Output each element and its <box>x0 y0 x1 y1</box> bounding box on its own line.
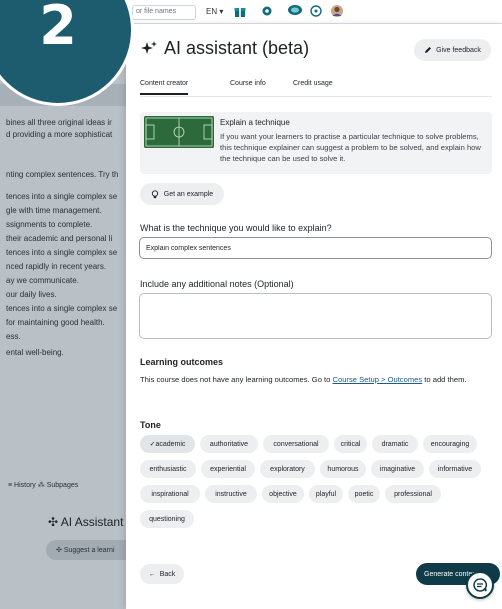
suggest-label: Suggest a learni <box>63 547 115 554</box>
gear-icon[interactable] <box>260 4 274 18</box>
background-ai-title-text: AI Assistant <box>60 515 124 529</box>
tone-chip-professional[interactable]: professional <box>385 485 441 503</box>
background-text-line: their academic and personal li <box>6 234 113 243</box>
tone-chip-exploratory[interactable]: exploratory <box>260 460 315 478</box>
learning-outcomes-text: This course does not have any learning o… <box>140 374 490 385</box>
drawer-title-text: AI assistant (beta) <box>164 38 310 58</box>
tone-chip-critical[interactable]: critical <box>334 435 367 453</box>
chat-bubble-icon[interactable] <box>286 4 304 18</box>
step-number: 2 <box>39 0 77 57</box>
background-text-line: gle with time management. <box>6 206 102 215</box>
learning-outcomes-heading: Learning outcomes <box>140 357 224 367</box>
ai-assistant-drawer: AI assistant (beta) Give feedback Conten… <box>126 24 502 609</box>
tone-chip-enthusiastic[interactable]: enthusiastic <box>140 460 196 478</box>
arrow-left-icon: ← <box>148 570 156 578</box>
back-label: Back <box>159 570 176 578</box>
tone-chip-humorous[interactable]: humorous <box>320 460 366 478</box>
background-text-line: d providing a more sophisticat <box>6 130 113 139</box>
chat-icon <box>473 578 488 592</box>
get-example-button[interactable]: Get an example <box>140 183 224 205</box>
background-text-line: nced rapidly in recent years. <box>6 262 107 271</box>
background-text-line: our daily lives. <box>6 290 57 299</box>
gift-icon[interactable] <box>233 4 247 18</box>
explain-technique-card: Explain a technique If you want your lea… <box>140 112 492 174</box>
course-setup-outcomes-link[interactable]: Course Setup > Outcomes <box>332 375 422 384</box>
get-example-label: Get an example <box>163 190 214 198</box>
technique-input[interactable] <box>139 237 492 259</box>
tab-content-creator[interactable]: Content creator <box>140 80 189 95</box>
tone-chip-conversational[interactable]: conversational <box>263 435 329 453</box>
sparkle-icon <box>141 40 157 54</box>
tone-chip-academic[interactable]: ✓ academic <box>140 435 195 453</box>
background-text-line: tences into a single complex se <box>6 304 118 313</box>
pencil-icon <box>425 47 432 53</box>
tab-divider <box>140 96 492 97</box>
technique-label: What is the technique you would like to … <box>140 223 332 233</box>
tone-chip-label: academic <box>155 440 186 448</box>
tone-chip-experiential[interactable]: experiential <box>201 460 255 478</box>
outcomes-text-after: to add them. <box>422 375 467 384</box>
tone-chip-poetic[interactable]: poetic <box>348 485 380 503</box>
history-subpages-links[interactable]: ≡ History ⁂ Subpages <box>8 481 78 489</box>
back-button[interactable]: ← Back <box>140 564 184 584</box>
lightbulb-icon <box>151 189 158 198</box>
background-text-line: ental well-being. <box>6 348 64 357</box>
help-icon[interactable] <box>309 4 323 18</box>
tone-chip-questioning[interactable]: questioning <box>140 510 194 528</box>
background-text-line: for maintaining good health. <box>6 318 105 327</box>
background-text-line: ssignments to complete. <box>6 220 93 229</box>
football-pitch-image <box>144 116 214 148</box>
give-feedback-label: Give feedback <box>436 46 481 54</box>
give-feedback-button[interactable]: Give feedback <box>414 39 491 61</box>
notes-textarea[interactable] <box>139 293 492 339</box>
global-search-input[interactable]: or file names <box>132 5 196 20</box>
tone-chip-dramatic[interactable]: dramatic <box>372 435 418 453</box>
tone-chip-objective[interactable]: objective <box>262 485 304 503</box>
tone-chip-informative[interactable]: informative <box>429 460 481 478</box>
background-text-line: ess. <box>6 332 21 341</box>
sparkle-icon: ✣ <box>56 547 64 554</box>
drawer-title: AI assistant (beta) <box>140 38 309 59</box>
explain-title: Explain a technique <box>220 118 290 127</box>
notes-label: Include any additional notes (Optional) <box>140 279 294 289</box>
tone-chip-instructive[interactable]: instructive <box>205 485 257 503</box>
sparkle-icon: ✣ <box>48 515 61 529</box>
outcomes-text-before: This course does not have any learning o… <box>140 375 333 384</box>
chat-help-button[interactable] <box>466 571 494 599</box>
tone-heading: Tone <box>140 420 161 430</box>
language-selector[interactable]: EN ▾ <box>206 7 223 16</box>
tab-credit-usage[interactable]: Credit usage <box>293 80 333 87</box>
explain-description: If you want your learners to practise a … <box>220 132 481 163</box>
background-text-line: bines all three original ideas ir <box>6 118 112 127</box>
tab-course-info[interactable]: Course info <box>230 80 266 87</box>
background-text-line: ay we communicate. <box>6 276 79 285</box>
background-text-line: nting complex sentences. Try th <box>6 170 119 179</box>
background-text-line: tences into a single complex se <box>6 192 118 201</box>
avatar[interactable] <box>330 4 344 18</box>
background-text-line: tences into a single complex se <box>6 248 118 257</box>
tone-chip-authoritative[interactable]: authoritative <box>200 435 258 453</box>
tone-chip-encouraging[interactable]: encouraging <box>423 435 477 453</box>
background-ai-title: ✣ AI Assistant <box>48 515 123 529</box>
tone-chip-imaginative[interactable]: imaginative <box>371 460 424 478</box>
tab-bar: Content creator Course info Credit usage <box>140 80 492 100</box>
tone-chip-playful[interactable]: playful <box>309 485 343 503</box>
tone-chip-inspirational[interactable]: inspirational <box>140 485 200 503</box>
